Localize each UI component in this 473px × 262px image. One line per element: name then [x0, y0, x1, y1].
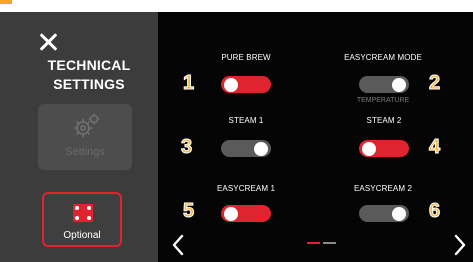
close-button[interactable] [38, 32, 58, 52]
sidebar: TECHNICAL SETTINGS Settings Optional [0, 12, 158, 262]
optional-button[interactable]: Optional [42, 192, 122, 247]
badge-4: 4 [428, 136, 441, 159]
toggle-knob [392, 206, 406, 221]
steam-2-toggle[interactable] [359, 140, 409, 157]
chevron-left-icon[interactable] [171, 234, 185, 256]
page-title-line-2: SETTINGS [53, 76, 125, 92]
easycream-2-label: EASYCREAM 2 [353, 184, 412, 193]
easycream-mode-toggle[interactable] [359, 76, 409, 93]
steam-2-label: STEAM 2 [366, 116, 402, 125]
badge-6: 6 [428, 200, 441, 223]
toggle-knob [224, 206, 238, 221]
page-title-line-1: TECHNICAL [47, 57, 131, 73]
pure-brew-label: PURE BREW [221, 53, 271, 62]
page-indicator-inactive[interactable] [323, 242, 336, 244]
steam-1-label: STEAM 1 [228, 116, 264, 125]
easycream-1-toggle[interactable] [221, 205, 271, 222]
pure-brew-toggle[interactable] [221, 76, 271, 93]
screen: TECHNICAL SETTINGS Settings Optional 1 P… [0, 12, 473, 262]
toggle-knob [392, 77, 406, 92]
toggle-knob [362, 141, 376, 156]
toggle-knob [224, 77, 238, 92]
badge-5: 5 [182, 200, 195, 223]
easycream-2-toggle[interactable] [359, 205, 409, 222]
top-border [0, 0, 473, 12]
page-title: TECHNICAL SETTINGS [34, 56, 144, 94]
optional-icon [73, 204, 93, 222]
page-indicator-active[interactable] [307, 242, 320, 244]
toggle-knob [254, 141, 268, 156]
gear-icon [74, 113, 100, 137]
chevron-right-icon[interactable] [453, 234, 467, 256]
easycream-mode-label: EASYCREAM MODE [344, 53, 422, 62]
easycream-1-label: EASYCREAM 1 [216, 184, 275, 193]
steam-1-toggle[interactable] [221, 140, 271, 157]
settings-label: Settings [65, 146, 105, 158]
badge-3: 3 [180, 136, 193, 159]
temperature-label: TEMPERATURE [356, 97, 410, 104]
settings-button[interactable]: Settings [38, 104, 132, 170]
optional-label: Optional [63, 230, 101, 241]
badge-2: 2 [428, 72, 441, 95]
corner-marker [0, 0, 12, 4]
badge-1: 1 [182, 72, 195, 95]
